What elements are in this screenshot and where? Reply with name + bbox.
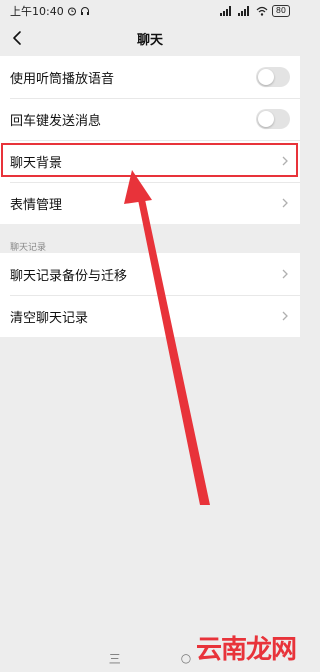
page-title: 聊天 — [136, 32, 163, 48]
toggle-knob — [258, 69, 274, 85]
setting-label: 回车键发送消息 — [10, 113, 102, 129]
toggle-knob — [258, 111, 274, 127]
chevron-right-icon — [282, 198, 288, 208]
highlight-box — [1, 143, 298, 177]
setting-label: 使用听筒播放语音 — [10, 71, 115, 87]
section-header-chat-history: 聊天记录 — [10, 243, 47, 253]
nav-bar: 聊天 — [0, 22, 300, 54]
menu-icon[interactable]: 三 — [109, 650, 121, 667]
wifi-icon — [256, 6, 268, 16]
home-icon[interactable]: ○ — [181, 651, 191, 665]
signal-icon-2 — [237, 6, 249, 16]
setting-row-enter-send[interactable]: 回车键发送消息 — [0, 98, 300, 140]
chevron-right-icon — [282, 311, 288, 321]
status-bar: 上午10:40 80 — [0, 0, 300, 22]
setting-label: 表情管理 — [10, 197, 63, 213]
watermark-logo: 云南龙网 — [195, 635, 297, 665]
setting-row-clear-history[interactable]: 清空聊天记录 — [0, 295, 300, 337]
status-time: 上午10:40 — [10, 5, 64, 18]
setting-row-backup-migrate[interactable]: 聊天记录备份与迁移 — [0, 253, 300, 295]
setting-row-sticker-management[interactable]: 表情管理 — [0, 182, 300, 224]
chat-settings-group: 使用听筒播放语音 回车键发送消息 聊天背景 表情管理 — [0, 56, 300, 224]
alarm-icon — [67, 7, 76, 16]
signal-icon — [219, 6, 231, 16]
setting-row-earpiece[interactable]: 使用听筒播放语音 — [0, 56, 300, 98]
chat-history-group: 聊天记录备份与迁移 清空聊天记录 — [0, 253, 300, 337]
setting-label: 聊天记录备份与迁移 — [10, 268, 128, 284]
setting-label: 清空聊天记录 — [10, 310, 89, 326]
earpiece-toggle[interactable] — [256, 67, 290, 87]
enter-send-toggle[interactable] — [256, 109, 290, 129]
headphones-icon — [80, 7, 89, 15]
back-arrow-icon[interactable] — [8, 28, 28, 48]
battery-icon: 80 — [271, 5, 290, 17]
chevron-right-icon — [282, 269, 288, 279]
